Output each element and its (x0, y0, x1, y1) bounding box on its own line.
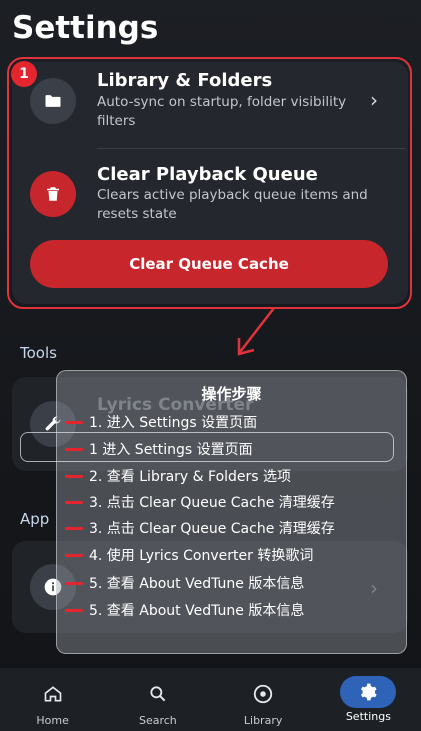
gear-icon (340, 676, 397, 708)
nav-label: Settings (345, 710, 391, 723)
settings-screen: Settings 1 Library & Folders Auto-sync o… (0, 0, 421, 731)
home-icon (39, 680, 67, 708)
clear-queue-cache-button[interactable]: Clear Queue Cache (30, 240, 388, 288)
clear-playback-queue-subtitle: Clears active playback queue items and r… (97, 187, 368, 222)
bottom-nav: Home Search Library Settings (0, 668, 421, 731)
pointer-arrow-icon (237, 307, 275, 356)
step-item: 3. 点击 Clear Queue Cache 清理缓存 (65, 517, 335, 539)
step-item: 2. 查看 Library & Folders 选项 (65, 465, 291, 487)
overlay-title: 操作步骤 (201, 385, 262, 403)
search-icon (144, 680, 172, 708)
nav-search[interactable]: Search (105, 668, 210, 731)
step-badge: 1 (11, 61, 37, 87)
clear-playback-queue-title[interactable]: Clear Playback Queue (97, 164, 318, 185)
library-folders-title[interactable]: Library & Folders (97, 70, 272, 91)
library-folders-subtitle: Auto-sync on startup, folder visibility … (97, 94, 347, 129)
step-highlight-box (20, 432, 394, 462)
nav-library[interactable]: Library (211, 668, 316, 731)
nav-home[interactable]: Home (0, 668, 105, 731)
page-title: Settings (12, 10, 159, 46)
step-item: 3. 点击 Clear Queue Cache 清理缓存 (65, 491, 335, 513)
divider (97, 148, 405, 149)
step-item: 5. 查看 About VedTune 版本信息 (65, 572, 304, 594)
nav-label: Library (243, 714, 283, 727)
trash-icon (30, 171, 76, 217)
tools-section-label: Tools (20, 344, 57, 362)
step-item: 5. 查看 About VedTune 版本信息 (65, 599, 304, 621)
library-disc-icon (249, 680, 277, 708)
folder-icon (30, 78, 76, 124)
step-item: 4. 使用 Lyrics Converter 转换歌词 (65, 544, 313, 566)
nav-label: Home (36, 714, 69, 727)
nav-label: Search (138, 714, 177, 727)
steps-overlay: 操作步骤 1. 进入 Settings 设置页面 1 进入 Settings 设… (56, 370, 407, 654)
step-item: 1. 进入 Settings 设置页面 (65, 411, 257, 433)
nav-settings[interactable]: Settings (316, 668, 421, 731)
app-section-label: App (20, 510, 50, 528)
chevron-right-icon[interactable]: › (370, 88, 378, 112)
